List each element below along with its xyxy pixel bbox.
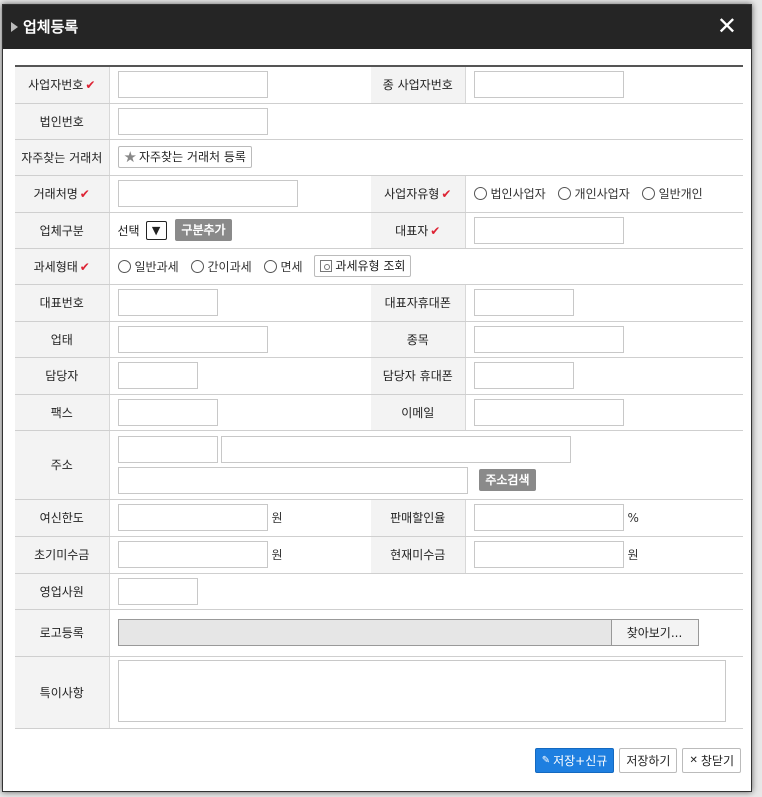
email-input[interactable] (473, 398, 624, 426)
dialog-footer: ✎ 저장+신규 저장하기 ✕ 창닫기 (534, 748, 741, 773)
biztype-radio-individual[interactable] (557, 187, 571, 200)
vendor-name-input[interactable] (117, 180, 298, 207)
dialog-title: 업체등록 (23, 18, 79, 36)
browse-button[interactable]: 찾아보기... (611, 620, 698, 645)
vendor-form: 사업자번호 ✔ 종 사업자번호 법인번호 자주찾는 거래처 ★ 자주찾는 거래처 등… (15, 65, 743, 729)
bizno-label: 사업자번호 ✔ (15, 66, 110, 104)
biztype-radio-corporate[interactable] (473, 187, 487, 200)
tax-radio-simplified[interactable] (190, 259, 204, 273)
ceo-label: 대표자 ✔ (371, 212, 466, 249)
discount-rate-input[interactable] (473, 504, 624, 531)
fax-label: 팩스 (15, 394, 110, 431)
close-icon[interactable]: ✕ (717, 14, 737, 38)
category-label: 업체구분 (15, 212, 110, 249)
ceo-input[interactable] (473, 216, 624, 244)
category-add-button[interactable]: 구분추가 (175, 219, 232, 241)
zipcode-input[interactable] (117, 435, 218, 463)
initial-ar-input[interactable] (117, 541, 268, 568)
save-new-button[interactable]: ✎ 저장+신규 (534, 748, 615, 773)
email-label: 이메일 (371, 394, 466, 431)
vendor-name-label: 거래처명 ✔ (15, 175, 110, 213)
manager-mobile-label: 담당자 휴대폰 (371, 357, 466, 395)
sub-bizno-input[interactable] (473, 71, 624, 99)
manager-mobile-input[interactable] (473, 362, 574, 389)
corpno-label: 법인번호 (15, 103, 110, 140)
logo-file-input[interactable]: 찾아보기... (117, 619, 699, 646)
favorite-vendor-button[interactable]: ★ 자주찾는 거래처 등록 (117, 146, 252, 168)
vendor-registration-dialog: 업체등록 ✕ 사업자번호 ✔ 종 사업자번호 법인번호 자주찾는 거래처 ★ 자주찾… (2, 4, 752, 792)
won-unit: 원 (271, 511, 283, 525)
sales-rep-label: 영업사원 (15, 573, 110, 610)
memo-label: 특이사항 (15, 656, 110, 729)
fax-input[interactable] (117, 398, 218, 426)
close-icon: ✕ (689, 755, 698, 766)
sales-rep-input[interactable] (117, 577, 198, 605)
search-icon (320, 260, 333, 272)
star-icon: ★ (123, 148, 137, 166)
address-input[interactable] (221, 435, 572, 463)
logo-label: 로고등록 (15, 609, 110, 657)
biz-condition-label: 업태 (15, 321, 110, 358)
biztype-label: 사업자유형 ✔ (371, 175, 466, 213)
percent-unit: % (627, 510, 639, 525)
save-button[interactable]: 저장하기 (619, 748, 678, 773)
won-unit: 원 (627, 548, 639, 562)
tax-lookup-button[interactable]: 과세유형 조회 (314, 255, 412, 277)
edit-icon: ✎ (541, 755, 551, 766)
tax-radio-general[interactable] (117, 259, 131, 273)
sub-bizno-label: 종 사업자번호 (371, 66, 466, 104)
tax-type-label: 과세형태 ✔ (15, 248, 110, 285)
address-detail-input[interactable] (117, 466, 468, 494)
manager-input[interactable] (117, 362, 198, 389)
credit-limit-label: 여신한도 (15, 499, 110, 537)
memo-textarea[interactable] (117, 659, 726, 722)
favorite-vendor-label: 자주찾는 거래처 (15, 139, 110, 176)
ceo-mobile-label: 대표자휴대폰 (371, 284, 466, 322)
won-unit: 원 (271, 548, 283, 562)
chevron-down-icon: ▼ (145, 220, 167, 240)
category-select[interactable]: 선택 ▼ (118, 220, 167, 240)
check-icon: ✔ (441, 187, 452, 201)
dialog-titlebar: 업체등록 ✕ (3, 5, 751, 49)
phone-label: 대표번호 (15, 284, 110, 322)
check-icon: ✔ (85, 78, 96, 93)
check-icon: ✔ (79, 187, 90, 201)
ceo-mobile-input[interactable] (473, 289, 574, 316)
corpno-input[interactable] (117, 107, 268, 135)
initial-ar-label: 초기미수금 (15, 536, 110, 574)
current-ar-label: 현재미수금 (371, 536, 466, 574)
current-ar-input[interactable] (473, 541, 624, 568)
address-label: 주소 (15, 430, 110, 500)
discount-rate-label: 판매할인율 (371, 499, 466, 537)
check-icon: ✔ (79, 259, 90, 274)
biztype-radio-general[interactable] (641, 187, 655, 200)
phone-input[interactable] (117, 289, 218, 316)
check-icon: ✔ (430, 223, 441, 238)
tax-radio-exempt[interactable] (263, 259, 277, 273)
address-search-button[interactable]: 주소검색 (479, 469, 536, 491)
triangle-icon (11, 22, 18, 32)
manager-label: 담당자 (15, 357, 110, 395)
file-path-field (118, 620, 612, 645)
bizno-input[interactable] (117, 71, 268, 99)
close-window-button[interactable]: ✕ 창닫기 (682, 748, 741, 773)
credit-limit-input[interactable] (117, 504, 268, 531)
biz-item-input[interactable] (473, 325, 624, 353)
biz-condition-input[interactable] (117, 325, 268, 353)
biz-item-label: 종목 (371, 321, 466, 358)
